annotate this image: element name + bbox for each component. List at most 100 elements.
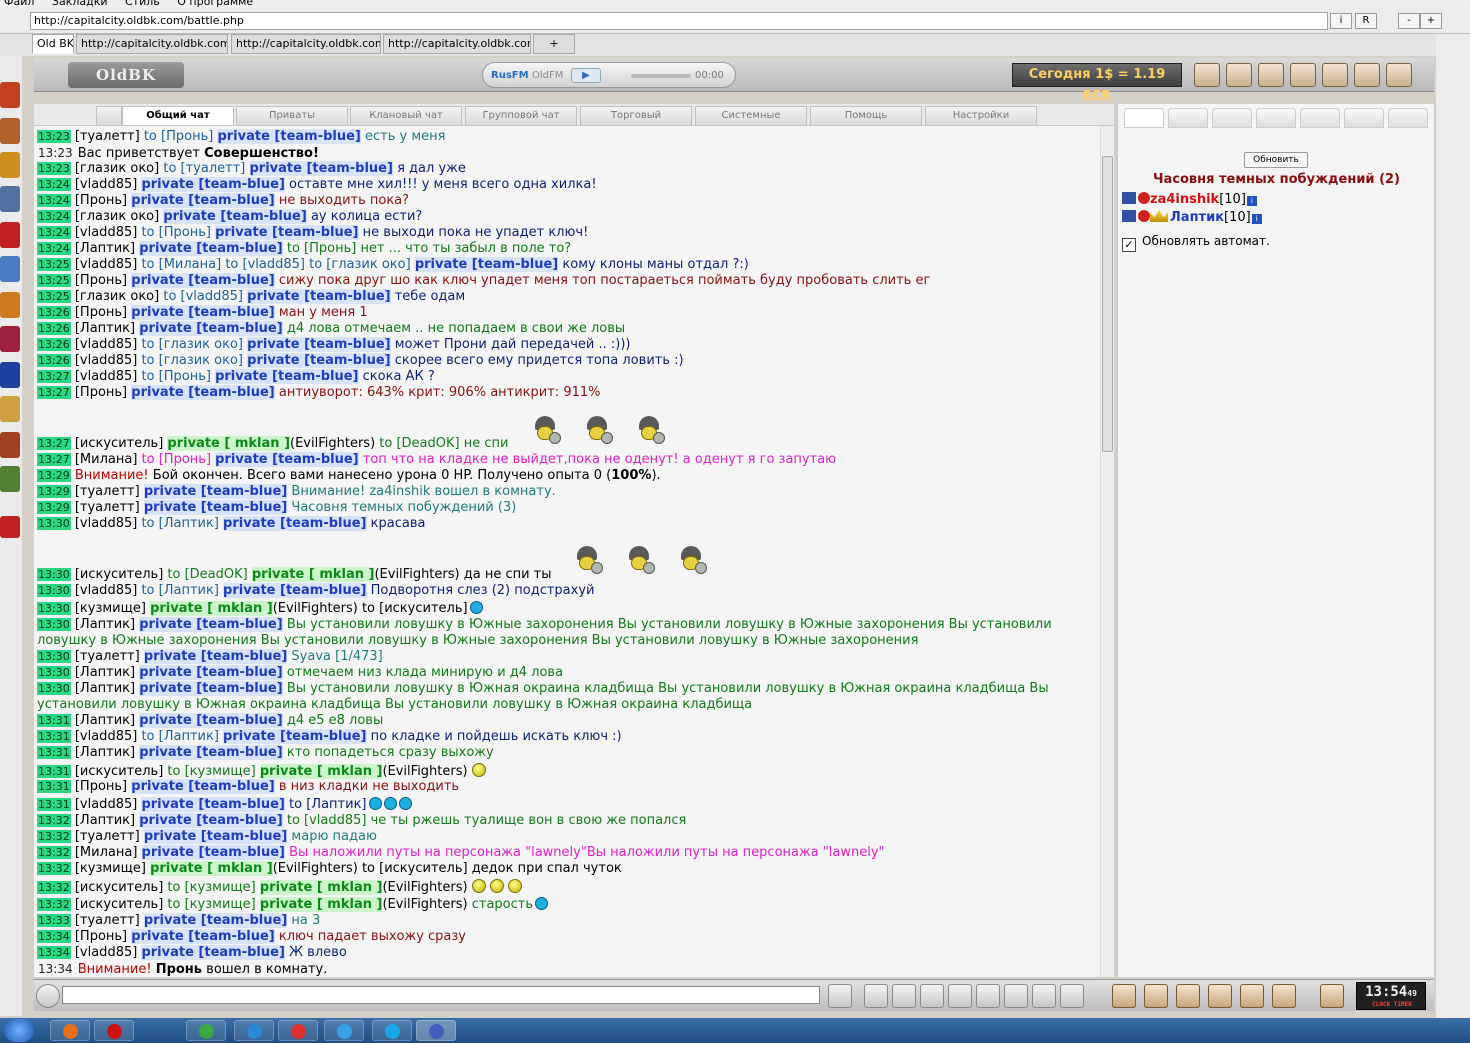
menu-about[interactable]: О программе [177, 0, 253, 8]
medkit-icon[interactable] [0, 516, 20, 538]
new-tab-button[interactable]: + [533, 34, 575, 54]
bank-icon[interactable] [1226, 63, 1252, 87]
address-bar[interactable]: http://capitalcity.oldbk.com/battle.php [30, 12, 1328, 30]
sender-nick[interactable]: [туалетт] [75, 913, 140, 928]
sender-nick[interactable]: [Лаптик] [75, 241, 135, 256]
private-tag[interactable]: private [team-blue] [131, 385, 275, 400]
private-tag[interactable]: private [team-blue] [131, 929, 275, 944]
sender-nick[interactable]: [искуситель] [75, 880, 163, 895]
clan-name[interactable]: (EvilFighters) [273, 601, 358, 616]
menu-file[interactable]: Файл [4, 0, 34, 8]
message-bold[interactable]: Пронь [156, 962, 202, 977]
private-tag[interactable]: private [team-blue] [131, 779, 275, 794]
info-button[interactable]: i [1330, 13, 1352, 29]
auto-update-checkbox[interactable]: ✓ [1122, 238, 1136, 252]
building-tab-icon[interactable] [1256, 108, 1296, 128]
private-tag[interactable]: private [team-blue] [414, 257, 559, 272]
forum-icon[interactable] [1272, 984, 1296, 1008]
tab-settings[interactable]: Настройки [925, 106, 1037, 125]
recipient[interactable]: to [глазик око] [141, 337, 243, 352]
recipient[interactable]: to [Лаптик] [141, 729, 218, 744]
recipient[interactable]: to [vladd85] [225, 257, 305, 272]
private-tag[interactable]: private [team-blue] [247, 289, 391, 304]
private-tag[interactable]: private [team-blue] [139, 665, 283, 680]
gear-icon[interactable] [1144, 984, 1168, 1008]
private-tag[interactable]: private [team-blue] [143, 829, 288, 844]
recipient[interactable]: to [Пронь] [141, 369, 210, 384]
menu-style[interactable]: Стиль [125, 0, 160, 8]
sender-nick[interactable]: [vladd85] [75, 353, 137, 368]
private-tag[interactable]: private [team-blue] [163, 209, 307, 224]
recipient[interactable]: to [vladd85] [163, 289, 243, 304]
character-icon[interactable] [1290, 63, 1316, 87]
private-tag[interactable]: private [team-blue] [249, 161, 393, 176]
info-icon[interactable]: i [1251, 214, 1262, 224]
taskbar-firefox[interactable] [50, 1020, 90, 1041]
recipient[interactable]: to [Пронь] [141, 225, 210, 240]
sender-nick[interactable]: [искуситель] [75, 897, 163, 912]
oldbk-logo[interactable]: OldBK [68, 62, 184, 88]
menu-bookmarks[interactable]: Закладки [52, 0, 108, 8]
sender-nick[interactable]: [искуситель] [75, 567, 163, 582]
group-tab-icon[interactable] [1168, 108, 1208, 128]
sender-nick[interactable]: [глазик око] [75, 209, 159, 224]
friends-icon[interactable] [1240, 984, 1264, 1008]
private-tag[interactable]: private [team-blue] [139, 241, 283, 256]
tab-general-chat[interactable]: Общий чат [122, 106, 234, 125]
tab-trade[interactable]: Торговый [580, 106, 692, 125]
room-user[interactable]: za4inshik[10] i [1122, 192, 1257, 208]
user-name[interactable]: za4inshik [1150, 192, 1219, 207]
sound-icon[interactable] [1032, 984, 1056, 1008]
user-name[interactable]: Лаптик [1170, 210, 1224, 225]
clan-name[interactable]: (EvilFighters) [382, 880, 467, 895]
auto-update-option[interactable]: ✓ Обновлять автомат. [1122, 234, 1270, 252]
sender-nick[interactable]: [Пронь] [75, 929, 127, 944]
private-tag[interactable]: private [team-blue] [139, 321, 283, 336]
private-tag[interactable]: private [team-blue] [131, 305, 275, 320]
shield-icon[interactable] [0, 362, 20, 388]
sender-nick[interactable]: [vladd85] [75, 945, 137, 960]
monitor-icon[interactable] [920, 984, 944, 1008]
room-user[interactable]: Лаптик[10] i [1122, 210, 1262, 226]
sender-nick[interactable]: [глазик око] [75, 289, 159, 304]
sender-nick[interactable]: [Милана] [75, 452, 138, 467]
sender-nick[interactable]: [Лаптик] [75, 813, 135, 828]
private-tag[interactable]: private [ mklan ] [259, 880, 383, 895]
taskbar-yandex[interactable] [278, 1020, 318, 1041]
sender-nick[interactable]: [кузмище] [75, 601, 146, 616]
notes-icon[interactable] [1354, 63, 1380, 87]
sender-nick[interactable]: [туалетт] [75, 484, 140, 499]
mask-icon[interactable] [0, 326, 20, 352]
filter-icon[interactable] [892, 984, 916, 1008]
private-tag[interactable]: private [team-blue] [141, 845, 285, 860]
tab-clan-chat[interactable]: Клановый чат [350, 106, 462, 125]
private-tag[interactable]: private [ mklan ] [259, 897, 383, 912]
flag-icon[interactable] [1208, 984, 1232, 1008]
private-tag[interactable]: private [team-blue] [247, 337, 391, 352]
recipient[interactable]: to [глазик око] [309, 257, 411, 272]
volume-slider[interactable] [631, 74, 691, 78]
chat-mode-icon[interactable] [96, 106, 122, 125]
private-tag[interactable]: private [team-blue] [247, 353, 391, 368]
sender-nick[interactable]: [Пронь] [75, 193, 127, 208]
book-icon[interactable] [0, 432, 20, 458]
private-tag[interactable]: private [team-blue] [141, 945, 285, 960]
taskbar-chrome[interactable] [186, 1020, 226, 1041]
private-tag[interactable]: private [team-blue] [131, 193, 275, 208]
sender-nick[interactable]: [туалетт] [75, 500, 140, 515]
private-tag[interactable]: private [team-blue] [223, 583, 367, 598]
chat-scrollbar[interactable] [1100, 126, 1114, 977]
sword-icon[interactable] [0, 292, 20, 318]
recipient[interactable]: to [кузмище] [167, 764, 255, 779]
sender-nick[interactable]: [Лаптик] [75, 745, 135, 760]
sender-nick[interactable]: [Лаптик] [75, 681, 135, 696]
radio-oldfm[interactable]: OldFM [532, 70, 563, 81]
clan-name[interactable]: (EvilFighters) [273, 861, 358, 876]
sender-nick[interactable]: [Милана] [75, 845, 138, 860]
sender-nick[interactable]: [туалетт] [75, 129, 140, 144]
private-tag[interactable]: private [team-blue] [143, 913, 288, 928]
private-tag[interactable]: private [team-blue] [215, 452, 359, 467]
sender-nick[interactable]: [искуситель] [75, 764, 163, 779]
play-icon[interactable]: ▶ [571, 68, 601, 83]
sender-nick[interactable]: [Лаптик] [75, 321, 135, 336]
